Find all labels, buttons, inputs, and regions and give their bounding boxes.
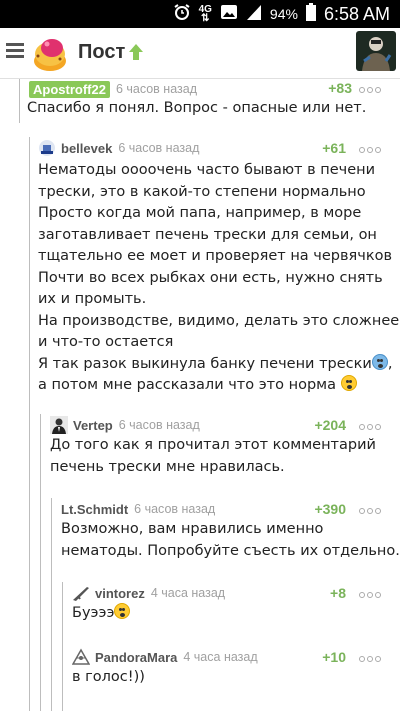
comment-more-options-icon[interactable] — [359, 145, 385, 155]
comment: vintorez 4 часа назад +8 Буэээ — [0, 582, 400, 711]
comment-rating: +204 — [314, 417, 346, 433]
comment-more-options-icon[interactable] — [359, 590, 385, 600]
comment-rating: +10 — [322, 649, 346, 665]
comment: Vertep 6 часов назад +204 До того как я … — [0, 414, 400, 711]
comment-text-line: Нематоды оооочень часто бывают в печени — [38, 162, 376, 178]
user-avatar-icon — [38, 139, 56, 157]
comment-rating: +61 — [322, 140, 346, 156]
comment-timestamp: 4 часа назад — [183, 650, 258, 664]
rifle-avatar-icon — [72, 584, 90, 602]
comment-text-line: печень трески мне нравилась. — [50, 458, 285, 475]
comment-more-options-icon[interactable] — [359, 506, 385, 516]
comment-rating: +390 — [314, 501, 346, 517]
comment-timestamp: 6 часов назад — [118, 141, 200, 155]
comment-text-line: Возможно, вам нравились именно — [61, 521, 324, 537]
signal-strength-icon — [246, 3, 262, 26]
comment-username[interactable]: Vertep — [73, 418, 113, 433]
astonished-face-emoji-icon — [340, 375, 357, 391]
flushed-face-emoji-icon — [114, 603, 131, 619]
comment-text-line: нематоды. Попробуйте съесть их отдельно. — [61, 542, 400, 559]
cookie-logo-icon[interactable] — [30, 34, 70, 74]
comment-text-line-with-emoji: Я так разок выкинула банку печени трески… — [38, 353, 393, 372]
comment-text-line: Почти во всех рыбках они есть, нужно сня… — [38, 269, 383, 286]
comment-username[interactable]: Apostroff22 — [29, 80, 110, 98]
status-bar: 4G ⇅ 94% 6:58 AM — [0, 0, 400, 28]
fearful-face-emoji-icon — [371, 353, 388, 370]
comment: Apostroff22 6 часов назад +83 Спасибо я … — [0, 79, 400, 123]
comment-text-line: На производстве, видимо, делать это слож… — [38, 312, 400, 329]
clock: 6:58 AM — [323, 3, 390, 24]
comment-more-options-icon[interactable] — [359, 85, 385, 95]
comment: PandoraMara 4 часа назад +10 в голос!)) — [0, 646, 400, 706]
comment: bellevek 6 часов назад +61 Нематоды оооо… — [0, 137, 400, 711]
user-avatar[interactable] — [356, 31, 396, 71]
comment-rating: +8 — [330, 585, 346, 601]
comment-timestamp: 4 часа назад — [150, 586, 226, 600]
alarm-clock-icon — [173, 3, 191, 26]
comment-timestamp: 6 часов назад — [134, 502, 216, 516]
battery-percent: 94% — [269, 6, 298, 22]
comment-text-line: Просто когда мой папа, например, в море — [38, 205, 362, 221]
scroll-up-arrow-icon[interactable] — [128, 42, 144, 62]
comment-timestamp: 6 часов назад — [118, 418, 200, 432]
comment-text-line: До того как я прочитал этот комментарий — [50, 437, 376, 453]
pyramid-avatar-icon — [71, 648, 91, 666]
comment-username[interactable]: Lt.Schmidt — [61, 502, 128, 517]
comment-text-line: заготавливает печень трески для семьи, о… — [38, 226, 377, 243]
battery-icon — [305, 2, 316, 26]
comment-text-line-with-emoji: а потом мне рассказали что это норма — [38, 375, 399, 397]
comment-username[interactable]: bellevek — [61, 141, 112, 156]
comment-text-line: и что-то остается — [38, 334, 174, 350]
comment-timestamp: 6 часов назад — [115, 82, 197, 96]
page-title: Пост — [78, 41, 126, 63]
hamburger-menu-icon[interactable] — [6, 43, 24, 59]
app-bar: Пост — [0, 28, 400, 79]
comment-text-line: их и промыть. — [38, 291, 147, 307]
network-type-indicator: 4G ⇅ — [198, 4, 212, 24]
comment-rating: +83 — [328, 80, 352, 96]
comment-text-line: в голос!)) — [72, 669, 145, 685]
comment-text-line: тщательно ее моет и проверяет на червячк… — [38, 248, 393, 264]
comment: Lt.Schmidt 6 часов назад +390 Возможно, … — [0, 498, 400, 711]
comment-text-line: Спасибо я понял. Вопрос - опасные или не… — [27, 100, 367, 116]
user-avatar-icon — [50, 416, 68, 434]
comment-text-line-with-emoji: Буэээ — [72, 603, 131, 625]
comment-text-line: трески, это в какой-то степени нормально — [38, 183, 366, 200]
comment-more-options-icon[interactable] — [359, 654, 385, 664]
comment-username[interactable]: vintorez — [95, 586, 145, 601]
comment-more-options-icon[interactable] — [359, 422, 385, 432]
comment-username[interactable]: PandoraMara — [95, 650, 177, 665]
image-notification-icon — [220, 3, 238, 26]
